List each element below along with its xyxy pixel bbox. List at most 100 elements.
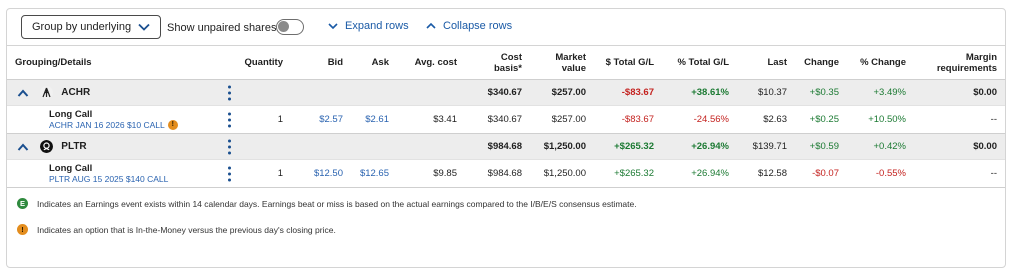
col-bid[interactable]: Bid	[291, 45, 351, 80]
detail-total-gl-dollar: -$83.67	[594, 105, 662, 134]
group-by-select-value: Group by underlying	[32, 21, 132, 33]
chevron-down-icon	[138, 23, 150, 31]
group-avg-cost	[397, 79, 465, 106]
col-cost-basis[interactable]: Cost basis*	[465, 45, 530, 80]
option-description-link[interactable]: PLTR AUG 15 2025 $140 CALL	[49, 174, 168, 185]
option-description-link[interactable]: ACHR JAN 16 2026 $10 CALL	[49, 120, 165, 131]
detail-avg-cost: $9.85	[397, 159, 465, 188]
group-market-value: $257.00	[530, 79, 594, 106]
col-total-gl-dollar[interactable]: $ Total G/L	[594, 45, 662, 80]
group-total-gl-pct: +38.61%	[662, 79, 737, 106]
col-pct-change[interactable]: % Change	[847, 45, 914, 80]
col-market-value[interactable]: Market value	[530, 45, 594, 80]
detail-bid[interactable]: $2.57	[291, 105, 351, 134]
group-row-pltr[interactable]: PLTR $984.68 $1,250.00 +$265.32 +26.94% …	[7, 133, 1005, 160]
position-type: Long Call	[49, 108, 93, 120]
positions-table: Grouping/Details Quantity Bid Ask Avg. c…	[7, 45, 1005, 188]
more-options-icon[interactable]	[225, 85, 233, 100]
detail-cost-basis: $984.68	[465, 159, 530, 188]
expand-rows-label: Expand rows	[345, 20, 409, 32]
archer-logo-icon	[39, 86, 53, 99]
detail-quantity: 1	[235, 159, 291, 188]
table-header-row: Grouping/Details Quantity Bid Ask Avg. c…	[7, 45, 1005, 80]
group-pct-change: +0.42%	[847, 133, 914, 160]
group-last: $139.71	[737, 133, 795, 160]
chevron-down-icon	[328, 23, 338, 30]
detail-last: $2.63	[737, 105, 795, 134]
toggle-knob	[278, 21, 289, 32]
detail-total-gl-pct: +26.94%	[662, 159, 737, 188]
legend-in-the-money: ! Indicates an option that is In-the-Mon…	[17, 224, 336, 235]
palantir-logo-icon	[39, 140, 53, 153]
earnings-badge-icon: E	[17, 198, 28, 209]
detail-total-gl-pct: -24.56%	[662, 105, 737, 134]
collapse-caret-icon[interactable]	[17, 142, 29, 152]
detail-cost-basis: $340.67	[465, 105, 530, 134]
collapse-rows-button[interactable]: Collapse rows	[425, 20, 512, 32]
detail-pct-change: +10.50%	[847, 105, 914, 134]
group-ask	[351, 79, 397, 106]
detail-bid[interactable]: $12.50	[291, 159, 351, 188]
detail-avg-cost: $3.41	[397, 105, 465, 134]
group-cell: ACHR	[7, 79, 235, 106]
group-total-gl-pct: +26.94%	[662, 133, 737, 160]
group-avg-cost	[397, 133, 465, 160]
detail-change: -$0.07	[795, 159, 847, 188]
group-cell: PLTR	[7, 133, 235, 160]
col-quantity[interactable]: Quantity	[235, 45, 291, 80]
group-pct-change: +3.49%	[847, 79, 914, 106]
group-total-gl-dollar: +$265.32	[594, 133, 662, 160]
group-last: $10.37	[737, 79, 795, 106]
detail-change: +$0.25	[795, 105, 847, 134]
col-total-gl-pct[interactable]: % Total G/L	[662, 45, 737, 80]
detail-row-pltr[interactable]: Long Call PLTR AUG 15 2025 $140 CALL 1 $…	[7, 159, 1005, 188]
detail-ask[interactable]: $12.65	[351, 159, 397, 188]
show-unpaired-toggle[interactable]	[276, 19, 304, 35]
col-change[interactable]: Change	[795, 45, 847, 80]
col-grouping[interactable]: Grouping/Details	[7, 45, 235, 80]
detail-last: $12.58	[737, 159, 795, 188]
group-cost-basis: $340.67	[465, 79, 530, 106]
detail-cell: Long Call ACHR JAN 16 2026 $10 CALL!	[7, 105, 235, 134]
legend-text: Indicates an Earnings event exists withi…	[37, 198, 637, 209]
col-margin[interactable]: Margin requirements	[914, 45, 1005, 80]
col-ask[interactable]: Ask	[351, 45, 397, 80]
col-last[interactable]: Last	[737, 45, 795, 80]
in-the-money-badge-icon: !	[17, 224, 28, 235]
more-options-icon[interactable]	[225, 139, 233, 154]
group-quantity	[235, 133, 291, 160]
detail-pct-change: -0.55%	[847, 159, 914, 188]
detail-margin: --	[914, 105, 1005, 134]
detail-ask[interactable]: $2.61	[351, 105, 397, 134]
more-options-icon[interactable]	[225, 112, 233, 127]
detail-margin: --	[914, 159, 1005, 188]
more-options-icon[interactable]	[225, 166, 233, 181]
detail-total-gl-dollar: +$265.32	[594, 159, 662, 188]
show-unpaired-label: Show unpaired shares	[167, 22, 277, 34]
col-avg-cost[interactable]: Avg. cost	[397, 45, 465, 80]
group-total-gl-dollar: -$83.67	[594, 79, 662, 106]
legend-text: Indicates an option that is In-the-Money…	[37, 224, 336, 235]
group-by-select[interactable]: Group by underlying	[21, 15, 161, 39]
collapse-caret-icon[interactable]	[17, 88, 29, 98]
detail-quantity: 1	[235, 105, 291, 134]
group-market-value: $1,250.00	[530, 133, 594, 160]
expand-rows-button[interactable]: Expand rows	[327, 20, 409, 32]
group-bid	[291, 79, 351, 106]
group-quantity	[235, 79, 291, 106]
detail-market-value: $1,250.00	[530, 159, 594, 188]
legend-earnings: E Indicates an Earnings event exists wit…	[17, 198, 637, 209]
detail-market-value: $257.00	[530, 105, 594, 134]
group-symbol: ACHR	[61, 87, 91, 98]
in-the-money-badge-icon: !	[167, 119, 178, 130]
group-change: +$0.35	[795, 79, 847, 106]
group-cost-basis: $984.68	[465, 133, 530, 160]
group-change: +$0.59	[795, 133, 847, 160]
group-ask	[351, 133, 397, 160]
collapse-rows-label: Collapse rows	[443, 20, 513, 32]
chevron-up-icon	[426, 22, 436, 29]
group-margin: $0.00	[914, 79, 1005, 106]
group-row-achr[interactable]: ACHR $340.67 $257.00 -$83.67 +38.61% $10…	[7, 79, 1005, 106]
detail-cell: Long Call PLTR AUG 15 2025 $140 CALL	[7, 159, 235, 188]
detail-row-achr[interactable]: Long Call ACHR JAN 16 2026 $10 CALL! 1 $…	[7, 105, 1005, 134]
